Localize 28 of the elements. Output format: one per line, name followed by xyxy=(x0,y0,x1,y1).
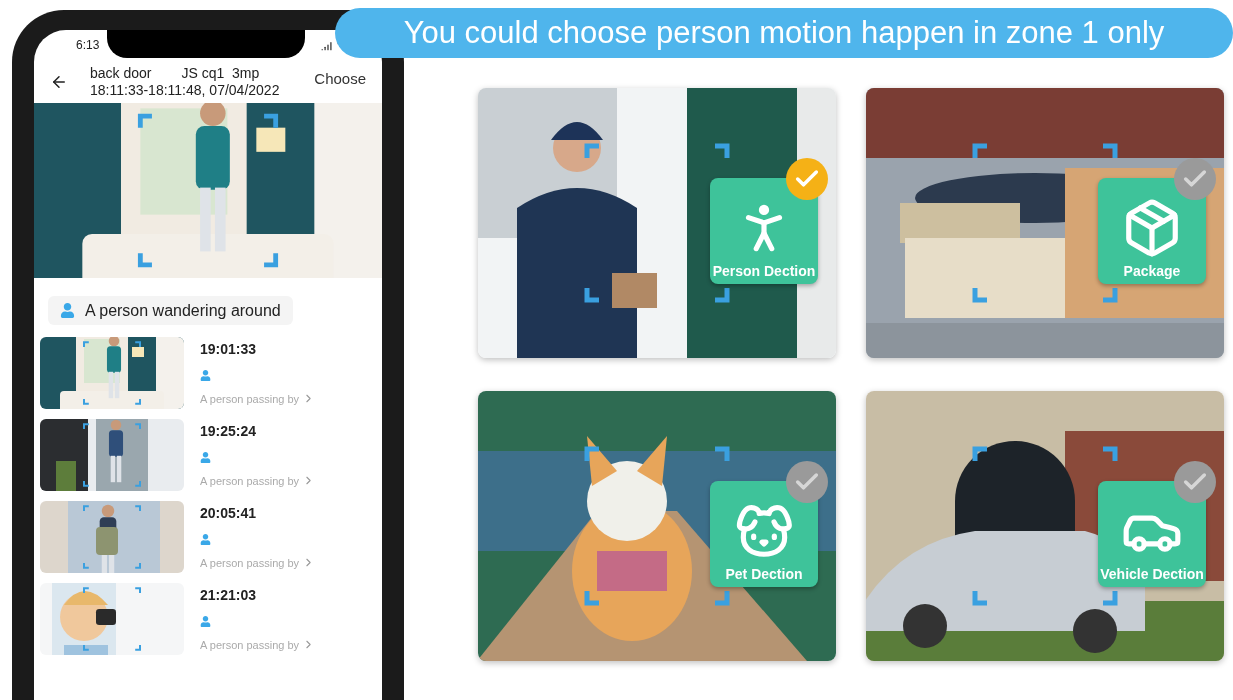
choose-button[interactable]: Choose xyxy=(314,68,366,91)
person-icon xyxy=(200,533,211,545)
detection-label: Vehicle Dection xyxy=(1100,565,1204,583)
event-description: A person passing by xyxy=(200,473,300,489)
camera-name: JS cq1 3mp xyxy=(181,64,260,82)
person-icon xyxy=(200,615,211,627)
event-description: A person passing by xyxy=(200,637,300,653)
device-name: back door xyxy=(90,64,152,82)
detection-label: Person Dection xyxy=(712,262,816,280)
detection-label: Pet Dection xyxy=(725,565,803,583)
event-label: A person wandering around xyxy=(85,300,281,321)
person-icon xyxy=(200,451,211,463)
person-icon xyxy=(200,369,211,381)
event-description: A person passing by xyxy=(200,555,300,571)
event-time: 21:21:03 xyxy=(200,586,258,605)
event-item[interactable]: 20:05:41 A person passing by xyxy=(40,501,382,573)
person-icon xyxy=(60,303,75,318)
event-item[interactable]: 19:01:33 A person passing by xyxy=(40,337,382,409)
event-time: 19:25:24 xyxy=(200,422,258,441)
event-description: A person passing by xyxy=(200,391,300,407)
callout-text: You could choose person motion happen in zone 1 only xyxy=(403,13,1165,52)
event-time: 19:01:33 xyxy=(200,340,258,359)
event-item[interactable]: 21:21:03 A person passing by xyxy=(40,583,382,655)
detection-label: Package xyxy=(1123,262,1181,280)
status-time: 6:13 xyxy=(76,37,100,54)
event-item[interactable]: 19:25:24 A person passing by xyxy=(40,419,382,491)
event-time: 20:05:41 xyxy=(200,504,258,523)
time-range: 18:11:33-18:11:48, 07/04/2022 xyxy=(90,81,280,99)
